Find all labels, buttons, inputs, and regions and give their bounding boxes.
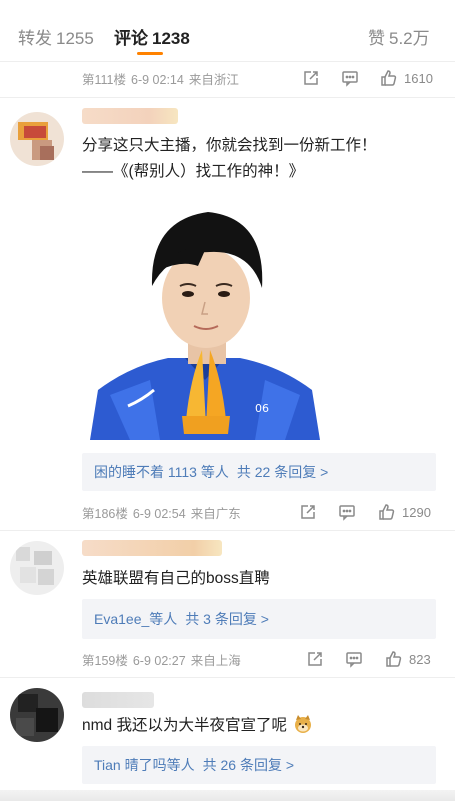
- comment-meta: 第159楼 6-9 02:27 来自上海 823: [82, 650, 442, 670]
- person-praying-photo: 06: [90, 212, 320, 440]
- like-count: 823: [409, 651, 431, 667]
- floor-number: 第186楼: [82, 507, 128, 521]
- comment-time: 6-9 02:54: [132, 507, 186, 521]
- comment-location: 来自广东: [190, 507, 241, 521]
- comment-text-line: nmd 我还以为大半夜官宣了呢: [82, 717, 287, 734]
- doge-emoji: [295, 715, 312, 733]
- avatar[interactable]: [10, 688, 64, 742]
- comment-location: 来自浙江: [188, 73, 239, 87]
- reply-count: 共 22 条回复 >: [236, 464, 329, 480]
- share-icon: [308, 652, 322, 666]
- tab-repost[interactable]: 转发 1255: [18, 24, 94, 49]
- avatar[interactable]: [10, 112, 64, 166]
- comment-image[interactable]: 06: [90, 190, 320, 440]
- comment-text-line: ——《(帮别人）找工作的神！》: [82, 163, 305, 180]
- comment-icon: [339, 505, 355, 521]
- comment-button[interactable]: [345, 650, 363, 668]
- comment-meta: 第111楼 6-9 02:14 来自浙江 1610: [82, 69, 442, 89]
- like-count: 1610: [404, 70, 433, 86]
- tab-repost-count: 1255: [56, 29, 94, 48]
- active-tab-indicator: [137, 52, 163, 55]
- thumbs-up-icon: [379, 504, 395, 520]
- comment-location: 来自上海: [190, 654, 241, 668]
- reply-summary[interactable]: Tian 晴了吗等人共 26 条回复 >: [82, 746, 436, 784]
- comment-icon: [346, 652, 362, 668]
- like-button[interactable]: 1610: [380, 69, 433, 87]
- comment-text: 英雄联盟有自己的boss直聘: [82, 570, 270, 587]
- like-button[interactable]: 823: [385, 650, 431, 668]
- comment-time: 6-9 02:27: [132, 654, 186, 668]
- reply-summary[interactable]: 困的睡不着 1113 等人共 22 条回复 >: [82, 453, 436, 491]
- comment-text: 分享这只大主播，你就会找到一份新工作！ ——《(帮别人）找工作的神！》: [82, 133, 442, 185]
- bottom-edge: [0, 790, 455, 801]
- share-icon: [301, 505, 315, 519]
- thumbs-up-icon: [381, 70, 397, 86]
- like-count: 1290: [402, 504, 431, 520]
- svg-text:06: 06: [255, 402, 269, 415]
- like-button[interactable]: 1290: [378, 503, 431, 521]
- username[interactable]: [82, 692, 154, 708]
- reply-users: Tian 晴了吗等人: [94, 757, 195, 773]
- divider: [0, 677, 455, 678]
- tab-like[interactable]: 赞 5.2万: [368, 24, 430, 49]
- floor-number: 第111楼: [82, 73, 127, 87]
- avatar[interactable]: [10, 541, 64, 595]
- tab-like-count: 5.2万: [389, 29, 430, 48]
- avatar-image: [10, 541, 64, 595]
- reply-count: 共 3 条回复 >: [185, 611, 269, 627]
- comment-button[interactable]: [338, 503, 356, 521]
- floor-number: 第159楼: [82, 654, 128, 668]
- username[interactable]: [82, 108, 178, 124]
- avatar-image: [10, 112, 64, 166]
- comment-button[interactable]: [341, 69, 359, 87]
- comment-time: 6-9 02:14: [131, 73, 184, 87]
- divider: [0, 530, 455, 531]
- comment-icon: [342, 71, 358, 87]
- reply-users: Eva1ee_等人: [94, 611, 178, 627]
- comment-text-line: 分享这只大主播，你就会找到一份新工作！: [82, 137, 377, 154]
- reply-users: 困的睡不着 1113 等人: [94, 464, 229, 480]
- tab-repost-label: 转发: [18, 29, 52, 48]
- share-icon: [304, 71, 318, 85]
- username[interactable]: [82, 540, 222, 556]
- tab-comment-count: 1238: [152, 29, 190, 48]
- share-button[interactable]: [302, 69, 320, 87]
- reply-count: 共 26 条回复 >: [202, 757, 295, 773]
- avatar-image: [10, 688, 64, 742]
- share-button[interactable]: [299, 503, 317, 521]
- tab-comment-label: 评论: [114, 29, 148, 48]
- comment-text: nmd 我还以为大半夜官宣了呢: [82, 713, 442, 739]
- tab-like-label: 赞: [368, 29, 385, 48]
- divider: [0, 97, 455, 98]
- share-button[interactable]: [306, 650, 324, 668]
- comment-meta: 第186楼 6-9 02:54 来自广东 1290: [82, 503, 442, 523]
- tab-comment[interactable]: 评论 1238: [114, 24, 190, 49]
- comment-tabs: 转发 1255 评论 1238 赞 5.2万: [0, 0, 455, 62]
- thumbs-up-icon: [386, 651, 402, 667]
- reply-summary[interactable]: Eva1ee_等人共 3 条回复 >: [82, 599, 436, 639]
